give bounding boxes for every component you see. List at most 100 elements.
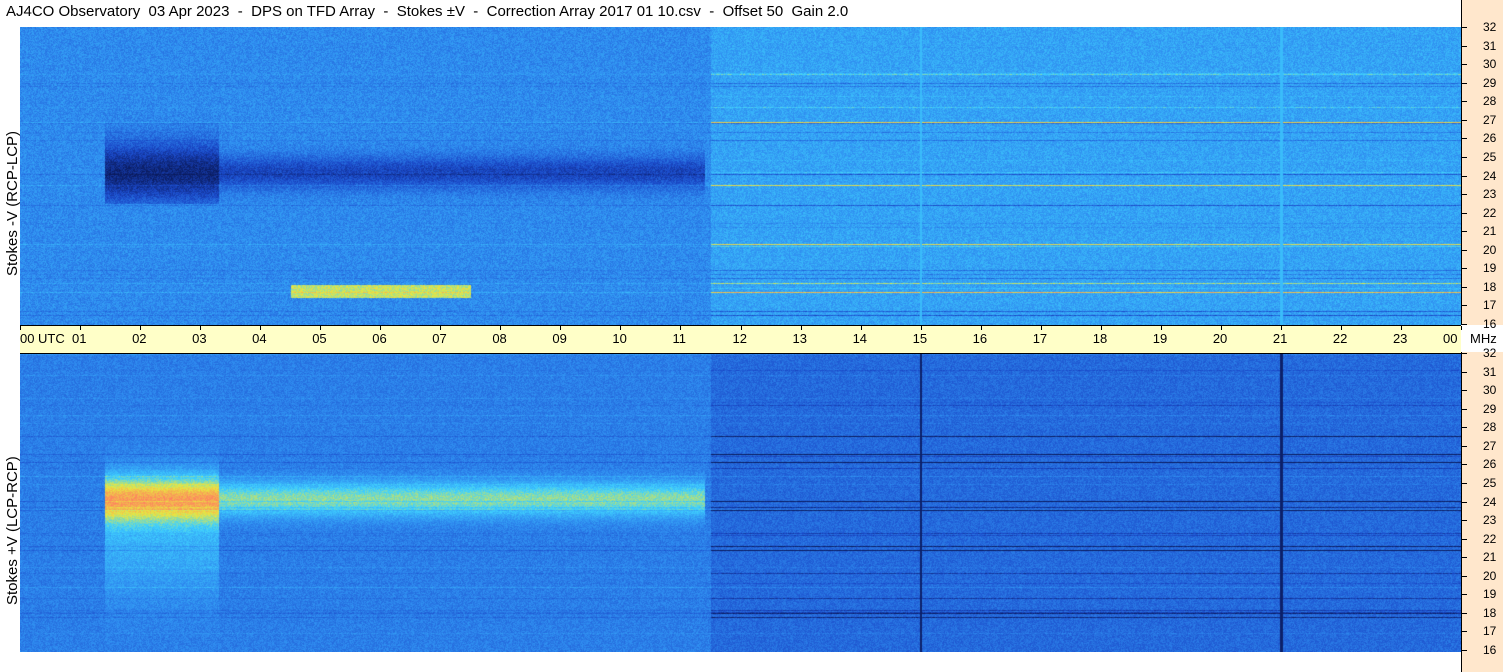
frequency-tickmark <box>1462 194 1467 196</box>
frequency-tick-label: 26 <box>1483 457 1497 472</box>
frequency-tickmark <box>1462 82 1467 84</box>
utc-tick-label: 12 <box>732 331 747 346</box>
utc-tickmark <box>20 326 21 330</box>
frequency-tick-label: 32 <box>1483 20 1497 34</box>
utc-tickmark <box>1461 326 1462 330</box>
utc-tick-label: 18 <box>1092 331 1108 346</box>
frequency-tick-label: 19 <box>1483 587 1497 602</box>
frequency-tick-label: 28 <box>1483 420 1497 435</box>
utc-tickmark <box>740 326 742 330</box>
utc-tick-label: 06 <box>372 331 387 346</box>
frequency-tickmark <box>1462 324 1467 325</box>
frequency-tickmark <box>1462 268 1467 270</box>
utc-tickmark <box>440 326 442 330</box>
frequency-tick-label: 17 <box>1483 624 1497 639</box>
frequency-tickmark <box>1462 501 1467 503</box>
frequency-tickmark <box>1462 557 1467 559</box>
frequency-tickmark <box>1462 427 1467 429</box>
frequency-tickmark <box>1462 353 1467 354</box>
utc-tick-label: 04 <box>252 331 267 346</box>
frequency-tickmark <box>1462 27 1467 28</box>
utc-tick-label: 00 <box>1443 331 1458 346</box>
frequency-tick-label: 29 <box>1483 75 1497 90</box>
top-spectrogram-canvas <box>20 27 1461 325</box>
utc-tickmark <box>1280 326 1282 330</box>
utc-tick-label: 15 <box>912 331 928 346</box>
frequency-tick-label: 25 <box>1483 475 1497 490</box>
utc-tickmark <box>320 326 322 330</box>
frequency-tickmark <box>1462 390 1467 392</box>
frequency-tick-label: 27 <box>1483 112 1497 127</box>
frequency-tickmark <box>1462 594 1467 596</box>
utc-tickmark <box>200 326 202 330</box>
utc-tickmark <box>380 326 382 330</box>
frequency-tick-label: 19 <box>1483 261 1497 276</box>
bottom-spectrogram-canvas <box>20 353 1461 652</box>
utc-tickmark <box>980 326 982 330</box>
utc-tickmark <box>860 326 862 330</box>
frequency-tickmark <box>1462 631 1467 633</box>
utc-tickmark <box>560 326 562 330</box>
top-frequency-axis: 32 31 30 29 28 27 26 25 24 23 22 21 20 19 18 17 16 <box>1461 0 1503 331</box>
frequency-tick-label: 32 <box>1483 346 1497 360</box>
frequency-tick-label: 16 <box>1483 317 1497 331</box>
frequency-tick-label: 17 <box>1483 298 1497 313</box>
frequency-tick-label: 26 <box>1483 131 1497 146</box>
frequency-tickmark <box>1462 408 1467 410</box>
utc-tick-label: 01 <box>72 331 87 346</box>
utc-tickmark <box>260 326 262 330</box>
frequency-tick-label: 29 <box>1483 401 1497 416</box>
utc-tickmark <box>140 326 142 330</box>
utc-tick-label: 21 <box>1272 331 1288 346</box>
frequency-tick-label: 20 <box>1483 242 1497 257</box>
frequency-tick-label: 23 <box>1483 513 1497 528</box>
frequency-tick-label: 30 <box>1483 57 1497 72</box>
frequency-tickmark <box>1462 305 1467 307</box>
utc-time-axis: 00 01 02 03 04 05 06 07 08 09 10 11 12 13 14 15 16 17 18 19… <box>20 325 1497 354</box>
frequency-tickmark <box>1462 612 1467 614</box>
utc-tickmark <box>1160 326 1162 330</box>
utc-tick-label: 22 <box>1332 331 1348 346</box>
utc-tick-label: 13 <box>792 331 807 346</box>
frequency-tick-label: 25 <box>1483 149 1497 164</box>
utc-tickmark <box>500 326 502 330</box>
bottom-frequency-axis: 32 31 30 29 28 27 26 25 24 23 22 21 20 19 18 17 16 <box>1461 346 1503 672</box>
utc-tick-label: 00 <box>20 331 35 346</box>
utc-tickmark <box>680 326 682 330</box>
frequency-tickmark <box>1462 482 1467 484</box>
frequency-tickmark <box>1462 156 1467 158</box>
frequency-tickmark <box>1462 138 1467 140</box>
frequency-tick-label: 22 <box>1483 531 1497 546</box>
frequency-tick-label: 31 <box>1483 364 1497 379</box>
bottom-panel-ylabel: Stokes +V (LCP-RCP) <box>4 456 21 605</box>
utc-tick-label: 20 <box>1212 331 1228 346</box>
frequency-tickmark <box>1462 520 1467 522</box>
utc-tick-label: 23 <box>1392 331 1408 346</box>
frequency-tick-label: 24 <box>1483 494 1497 509</box>
utc-tick-label: 05 <box>312 331 327 346</box>
utc-tickmark <box>1400 326 1402 330</box>
utc-tick-label: 19 <box>1152 331 1168 346</box>
utc-tickmark <box>1340 326 1342 330</box>
frequency-tick-label: 22 <box>1483 205 1497 220</box>
frequency-tick-label: 21 <box>1483 550 1497 565</box>
utc-tick-label: 03 <box>192 331 207 346</box>
utc-tick-label: 10 <box>612 331 627 346</box>
utc-tickmark <box>1220 326 1222 330</box>
frequency-tick-label: 27 <box>1483 438 1497 453</box>
frequency-tick-label: 30 <box>1483 383 1497 398</box>
frequency-tick-label: 18 <box>1483 279 1497 294</box>
frequency-tick-label: 28 <box>1483 94 1497 109</box>
utc-unit-label: UTC <box>38 331 65 346</box>
utc-tick-label: 14 <box>852 331 868 346</box>
utc-tick-label: 11 <box>672 331 686 346</box>
utc-tick-label: 02 <box>132 331 147 346</box>
frequency-tickmark <box>1462 231 1467 233</box>
chart-title: AJ4CO Observatory 03 Apr 2023 - DPS on T… <box>6 3 849 20</box>
top-panel-ylabel: Stokes -V (RCP-LCP) <box>4 130 21 276</box>
utc-tickmark <box>1040 326 1042 330</box>
frequency-tickmark <box>1462 538 1467 540</box>
mhz-unit-label: MHz <box>1470 331 1497 346</box>
top-spectrogram <box>20 27 1461 325</box>
frequency-tickmark <box>1462 445 1467 447</box>
